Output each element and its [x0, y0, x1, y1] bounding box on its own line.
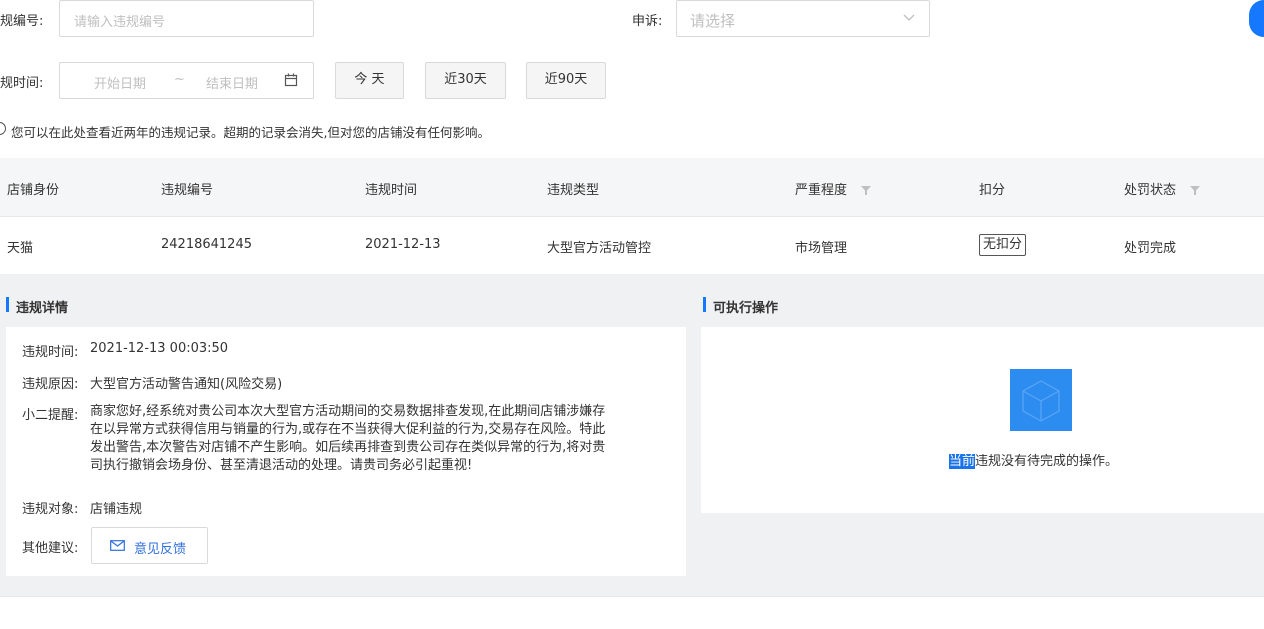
column-violation-time: 违规时间 — [365, 183, 418, 198]
feedback-label: 意见反馈 — [134, 542, 187, 557]
reason-label: 违规原因: — [22, 377, 79, 392]
actions-card: 当前违规没有待完成的操作。 — [701, 327, 1264, 513]
range-today-button[interactable]: 今 天 — [335, 62, 404, 99]
history-tip: 您可以在此处查看近两年的违规记录。超期的记录会消失,但对您的店铺没有任何影响。 — [11, 125, 490, 140]
range-90-days-button[interactable]: 近90天 — [526, 62, 606, 99]
target-label: 违规对象: — [22, 502, 79, 517]
end-date-input[interactable]: 结束日期 — [206, 73, 258, 92]
remind-label: 小二提醒: — [22, 408, 79, 423]
table-header: 店铺身份 违规编号 违规时间 违规类型 严重程度 扣分 处罚状态 — [0, 158, 1264, 216]
remind-line: 商家您好,经系统对贵公司本次大型官方活动期间的交易数据排查发现,在此期间店铺涉嫌… — [90, 404, 606, 419]
mail-icon — [110, 540, 125, 551]
target-value: 店铺违规 — [90, 502, 143, 517]
cell-severity: 市场管理 — [795, 241, 848, 256]
remind-line: 司执行撤销会场身份、甚至清退活动的处理。请贵司务必引起重视! — [90, 458, 473, 473]
empty-state-text: 当前违规没有待完成的操作。 — [949, 450, 1118, 469]
cell-violation-no: 24218641245 — [161, 237, 252, 252]
detail-card: 违规时间: 2021-12-13 00:03:50 违规原因: 大型官方活动警告… — [6, 327, 686, 576]
divider — [0, 596, 1264, 597]
cube-icon — [1022, 380, 1060, 422]
violation-no-label: 规编号: — [0, 14, 44, 29]
table-row[interactable]: 天猫 24218641245 2021-12-13 大型官方活动管控 市场管理 … — [0, 217, 1264, 274]
violation-no-placeholder: 请输入违规编号 — [74, 15, 166, 30]
cell-penalty-status: 处罚完成 — [1124, 241, 1177, 256]
deduction-tag: 无扣分 — [979, 234, 1027, 256]
time-label: 违规时间: — [22, 345, 79, 360]
filter-icon[interactable] — [1190, 186, 1201, 195]
time-value: 2021-12-13 00:03:50 — [90, 341, 229, 356]
filter-icon[interactable] — [861, 186, 872, 195]
date-range-picker[interactable]: 开始日期 ~ 结束日期 — [59, 62, 314, 99]
range-30-days-button[interactable]: 近30天 — [425, 62, 506, 99]
remind-line: 在以异常方式获得信用与销量的行为,或存在不当获得大促利益的行为,交易存在风险。特… — [90, 422, 606, 437]
remind-line: 发出警告,本次警告对店铺不产生影响。如后续再排查到贵公司存在类似异常的行为,将对… — [90, 440, 606, 455]
section-accent-bar — [703, 297, 706, 312]
suggestion-label: 其他建议: — [22, 541, 79, 556]
calendar-icon — [284, 73, 298, 87]
start-date-input[interactable]: 开始日期 — [94, 73, 146, 92]
empty-state-icon — [1010, 369, 1072, 431]
column-deduction: 扣分 — [979, 183, 1006, 198]
detail-title: 违规详情 — [16, 301, 69, 316]
chevron-down-icon — [903, 14, 915, 21]
actions-title: 可执行操作 — [713, 301, 779, 316]
info-icon — [0, 122, 6, 135]
remind-text: 商家您好,经系统对贵公司本次大型官方活动期间的交易数据排查发现,在此期间店铺涉嫌… — [90, 403, 671, 475]
column-severity-label: 严重程度 — [795, 183, 848, 198]
empty-state-highlight: 当前 — [949, 454, 976, 469]
appeal-select[interactable]: 请选择 — [676, 0, 930, 37]
violation-no-input[interactable]: 请输入违规编号 — [59, 0, 314, 37]
cell-shop-identity: 天猫 — [7, 241, 34, 256]
section-accent-bar — [6, 297, 9, 312]
appeal-label: 申诉: — [632, 14, 663, 29]
reason-value: 大型官方活动警告通知(风险交易) — [90, 377, 283, 392]
cell-violation-type: 大型官方活动管控 — [547, 241, 652, 256]
column-severity: 严重程度 — [795, 179, 872, 198]
column-penalty-status-label: 处罚状态 — [1124, 183, 1177, 198]
column-penalty-status: 处罚状态 — [1124, 179, 1201, 198]
column-shop-identity: 店铺身份 — [7, 183, 60, 198]
violation-time-label: 规时间: — [0, 76, 44, 91]
appeal-placeholder: 请选择 — [690, 12, 736, 30]
feedback-button[interactable]: 意见反馈 — [91, 527, 208, 564]
empty-state-rest: 违规没有待完成的操作。 — [975, 454, 1119, 469]
column-violation-no: 违规编号 — [161, 183, 214, 198]
date-separator: ~ — [174, 72, 185, 87]
cell-violation-time: 2021-12-13 — [365, 237, 441, 252]
column-violation-type: 违规类型 — [547, 183, 600, 198]
circle-action-button[interactable] — [1249, 0, 1264, 37]
